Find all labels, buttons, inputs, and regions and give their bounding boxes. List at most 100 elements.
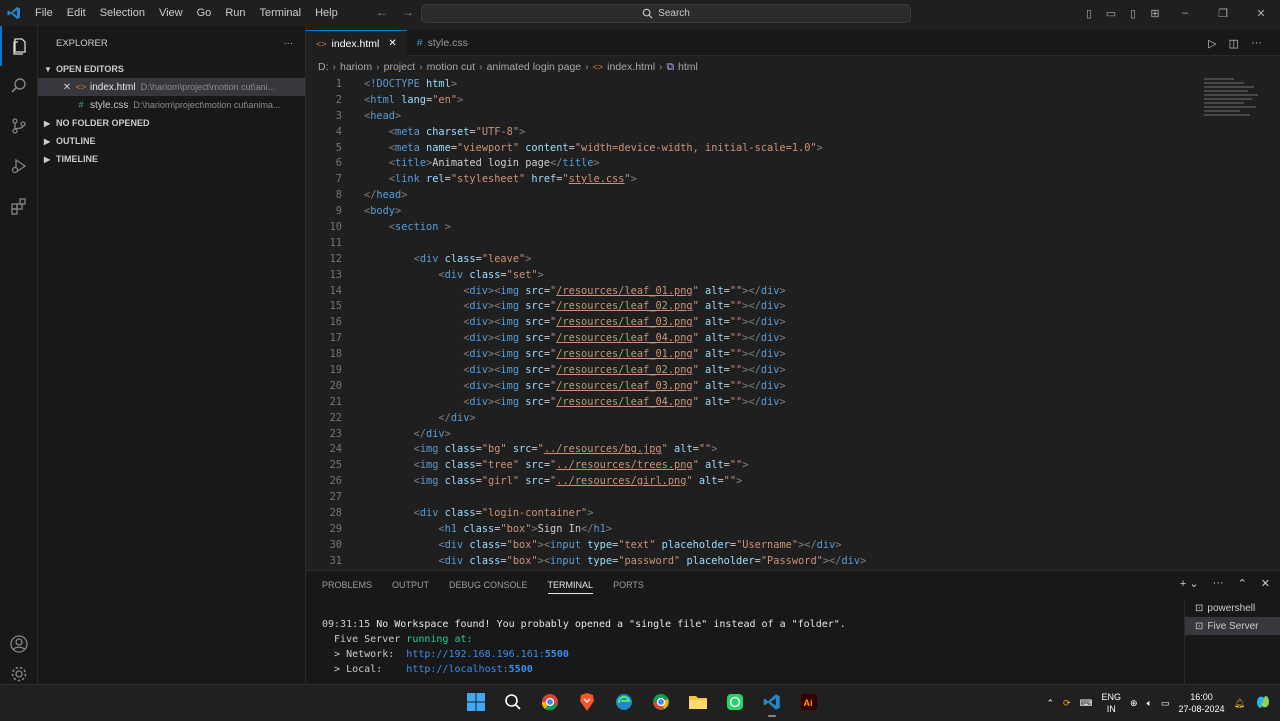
breadcrumb-item[interactable]: html [678,61,698,73]
minimize-button[interactable]: – [1166,7,1204,19]
no-folder-section[interactable]: ▶ NO FOLDER OPENED [38,114,305,132]
windows-start-icon[interactable] [464,689,488,715]
chrome-profile-icon[interactable] [649,689,673,715]
code-line[interactable]: 30 <div class="box"><input type="text" p… [306,537,1280,553]
menu-selection[interactable]: Selection [93,7,152,19]
menu-edit[interactable]: Edit [60,7,93,19]
account-icon[interactable] [0,624,38,664]
code-line[interactable]: 14 <div><img src="/resources/leaf_01.png… [306,283,1280,299]
code-line[interactable]: 3 <head> [306,108,1280,124]
battery-icon[interactable]: ▭ [1161,698,1170,709]
code-line[interactable]: 28 <div class="login-container"> [306,505,1280,521]
forward-arrow-icon[interactable]: → [402,5,414,19]
vscode-icon[interactable] [760,689,784,717]
illustrator-icon[interactable]: Ai [797,689,821,715]
more-actions-icon[interactable]: ··· [1251,37,1262,49]
breadcrumb-item[interactable]: animated login page [487,61,582,73]
panel-tab-output[interactable]: OUTPUT [392,580,429,590]
edge-icon[interactable] [612,689,636,715]
code-editor[interactable]: 1 <!DOCTYPE html> 2 <html lang="en"> 3 <head>… [306,76,1280,570]
code-line[interactable]: 10 <section > [306,219,1280,235]
source-control-icon[interactable] [0,106,37,146]
extensions-icon[interactable] [0,186,37,226]
code-line[interactable]: 23 </div> [306,426,1280,442]
code-line[interactable]: 1 <!DOCTYPE html> [306,76,1280,92]
toggle-panel-icon[interactable]: ▭ [1100,7,1122,20]
search-icon[interactable] [0,66,37,106]
manage-gear-icon[interactable] [0,664,38,684]
copilot-icon[interactable] [1254,693,1272,713]
run-icon[interactable]: ▷ [1208,37,1216,50]
close-panel-icon[interactable]: ✕ [1261,577,1270,590]
network-port[interactable]: 5500 [545,649,569,660]
code-line[interactable]: 27 [306,489,1280,505]
back-arrow-icon[interactable]: ← [376,5,388,19]
terminal-output[interactable]: 09:31:15 No Workspace found! You probabl… [322,617,846,677]
toggle-sidebar-icon[interactable]: ▯ [1078,7,1100,20]
minimap[interactable] [1204,76,1260,136]
menu-terminal[interactable]: Terminal [253,7,309,19]
code-line[interactable]: 2 <html lang="en"> [306,92,1280,108]
run-debug-icon[interactable] [0,146,37,186]
code-line[interactable]: 19 <div><img src="/resources/leaf_02.png… [306,362,1280,378]
brave-icon[interactable] [575,689,599,715]
restore-button[interactable]: ❐ [1204,7,1242,20]
code-line[interactable]: 18 <div><img src="/resources/leaf_01.png… [306,346,1280,362]
code-line[interactable]: 9 <body> [306,203,1280,219]
terminal-item-powershell[interactable]: ⊡ powershell [1185,599,1280,617]
more-actions-icon[interactable]: ··· [1213,577,1224,590]
tab-style-css[interactable]: # style.css [407,30,478,56]
code-line[interactable]: 29 <h1 class="box">Sign In</h1> [306,521,1280,537]
code-line[interactable]: 24 <img class="bg" src="../resources/bg.… [306,441,1280,457]
whatsapp-icon[interactable] [723,689,747,715]
code-line[interactable]: 4 <meta charset="UTF-8"> [306,124,1280,140]
code-line[interactable]: 16 <div><img src="/resources/leaf_03.png… [306,314,1280,330]
open-editor-item[interactable]: # style.css D:\hariom\project\motion cut… [38,96,305,114]
new-terminal-icon[interactable]: + ⌄ [1180,577,1199,590]
chevron-up-icon[interactable]: ⌃ [1046,698,1054,709]
code-line[interactable]: 20 <div><img src="/resources/leaf_03.png… [306,378,1280,394]
outline-section[interactable]: ▶ OUTLINE [38,132,305,150]
close-window-button[interactable]: ✕ [1242,7,1280,20]
open-editor-item[interactable]: ✕ <> index.html D:\hariom\project\motion… [38,78,305,96]
menu-go[interactable]: Go [190,7,219,19]
sync-icon[interactable]: ⟳ [1063,698,1071,709]
menu-run[interactable]: Run [218,7,252,19]
split-editor-icon[interactable]: ◫ [1229,37,1239,50]
local-url[interactable]: http://localhost: [406,664,508,675]
code-line[interactable]: 26 <img class="girl" src="../resources/g… [306,473,1280,489]
code-line[interactable]: 17 <div><img src="/resources/leaf_04.png… [306,330,1280,346]
breadcrumb-item[interactable]: motion cut [427,61,475,73]
menu-file[interactable]: File [28,7,60,19]
notification-bell-icon[interactable]: 🔔︎ [1234,698,1245,709]
network-icon[interactable]: ⊕ [1130,698,1138,709]
network-url[interactable]: http://192.168.196.161: [406,649,544,660]
taskbar-search-icon[interactable] [501,689,525,715]
panel-tab-ports[interactable]: PORTS [613,580,644,590]
code-line[interactable]: 21 <div><img src="/resources/leaf_04.png… [306,394,1280,410]
menu-help[interactable]: Help [308,7,345,19]
code-line[interactable]: 6 <title>Animated login page</title> [306,155,1280,171]
menu-view[interactable]: View [152,7,190,19]
breadcrumb-item[interactable]: D: [318,61,329,73]
code-line[interactable]: 13 <div class="set"> [306,267,1280,283]
code-line[interactable]: 12 <div class="leave"> [306,251,1280,267]
clock[interactable]: 16:00 27-08-2024 [1179,691,1225,715]
breadcrumb-item[interactable]: index.html [607,61,655,73]
close-icon[interactable]: ✕ [60,82,74,93]
customize-layout-icon[interactable]: ⊞ [1144,7,1166,20]
file-explorer-icon[interactable] [686,689,710,715]
code-line[interactable]: 8 </head> [306,187,1280,203]
code-line[interactable]: 22 </div> [306,410,1280,426]
breadcrumb-item[interactable]: hariom [340,61,372,73]
volume-icon[interactable]: 🔈︎ [1147,698,1152,709]
code-line[interactable]: 15 <div><img src="/resources/leaf_02.png… [306,298,1280,314]
panel-tab-terminal[interactable]: TERMINAL [547,580,594,594]
explorer-icon[interactable] [0,26,37,66]
code-line[interactable]: 7 <link rel="stylesheet" href="style.css… [306,171,1280,187]
maximize-panel-icon[interactable]: ⌃ [1238,577,1247,590]
chrome-icon[interactable] [538,689,562,715]
timeline-section[interactable]: ▶ TIMELINE [38,150,305,168]
terminal-item-five-server[interactable]: ⊡ Five Server [1185,617,1280,635]
toggle-secondary-sidebar-icon[interactable]: ▯ [1122,7,1144,20]
